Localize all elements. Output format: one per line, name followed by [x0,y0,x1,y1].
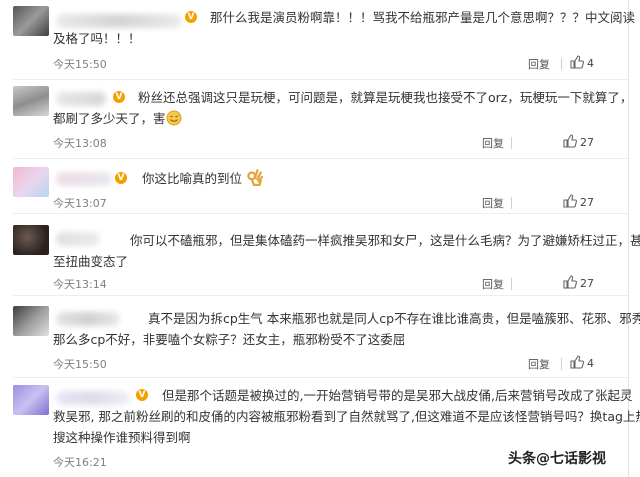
comment-item: 你可以不磕瓶邪，但是集体磕药一样疯推吴邪和女尸，这是什么毛病？为了避嫌矫枉过正，… [0,213,640,296]
thumbs-up-icon[interactable] [570,355,584,369]
verified-badge-icon: V [185,11,197,23]
username-blurred[interactable] [56,312,120,326]
verified-badge-icon: V [136,389,148,401]
thumbs-up-icon[interactable] [570,55,584,69]
comment-timestamp: 今天13:08 [53,137,107,150]
avatar[interactable] [13,6,49,36]
comment-text-line: 粉丝还总强调这只是玩梗，可问题是，就算是玩梗我也接受不了orz，玩梗玩一下就算了… [138,90,633,105]
reply-button[interactable]: 回复 [528,56,550,72]
avatar[interactable] [13,167,49,197]
thumbs-up-icon[interactable] [563,134,577,148]
reply-button[interactable]: 回复 [482,195,504,211]
comment-text-fragment: 你这比喻真的到位 [142,171,243,186]
comment-timestamp: 今天15:50 [53,358,107,371]
avatar[interactable] [13,306,49,336]
comment-timestamp: 今天16:21 [53,456,107,469]
thumbs-up-icon[interactable] [563,194,577,208]
watermark-text: 头条@七话影视 [508,451,606,467]
comment-timestamp: 今天15:50 [53,58,107,71]
action-separator [511,197,512,209]
comment-text-line: 那什么我是演员粉啊靠！！！骂我不给瓶邪产量是几个意思啊？？？中文阅读 [210,10,636,25]
comment-timestamp: 今天13:14 [53,278,107,291]
comment-timestamp: 今天13:07 [53,197,107,210]
sweat-smile-emoji-icon [166,110,182,126]
action-separator [561,358,562,370]
username-blurred[interactable] [56,14,182,28]
reply-button[interactable]: 回复 [482,276,504,292]
ok-hand-emoji-icon [247,169,264,186]
avatar[interactable] [13,225,49,255]
comment-text-line: 救吴邪, 那之前粉丝刷的和皮俑的内容被瓶邪粉看到了自然就骂了,但这难道不是应该怪… [53,409,640,424]
comment-text-line: 搜这种操作谁预料得到啊 [53,430,191,445]
avatar[interactable] [13,86,49,116]
comment-text-line: 及格了吗！！！ [53,31,141,46]
comment-text-line: 真不是因为拆cp生气 本来瓶邪也就是同人cp不存在谁比谁高贵，但是嗑簇邪、花邪、… [148,311,640,326]
action-separator [511,278,512,290]
like-count: 4 [587,57,594,70]
like-count: 4 [587,357,594,370]
reply-button[interactable]: 回复 [528,356,550,372]
verified-badge-icon: V [115,172,127,184]
username-blurred[interactable] [56,391,130,405]
username-blurred[interactable] [56,172,112,186]
username-blurred[interactable] [56,232,100,246]
comment-text-fragment: 都刷了多少天了，害 [53,111,166,126]
avatar[interactable] [13,385,49,415]
comment-text-line: 都刷了多少天了，害 [53,108,182,129]
comment-text-line: 你这比喻真的到位 [142,168,264,189]
comment-item: V 粉丝还总强调这只是玩梗，可问题是，就算是玩梗我也接受不了orz，玩梗玩一下就… [0,80,632,159]
comment-item: V 那什么我是演员粉啊靠！！！骂我不给瓶邪产量是几个意思啊？？？中文阅读 及格了… [0,0,635,80]
thumbs-up-icon[interactable] [563,275,577,289]
comment-text-line: 你可以不磕瓶邪，但是集体磕药一样疯推吴邪和女尸，这是什么毛病？为了避嫌矫枉过正，… [130,233,640,248]
action-separator [511,137,512,149]
comment-item: V 你这比喻真的到位 今天13:07 回复 27 [0,159,628,214]
like-count: 27 [580,136,594,149]
comment-text-line: 至扭曲变态了 [53,254,129,269]
like-count: 27 [580,196,594,209]
action-separator [561,58,562,70]
like-count: 27 [580,277,594,290]
comment-text-line: 那么多cp不好，非要嗑个女粽子？还女主，瓶邪粉受不了这委屈 [53,332,406,347]
reply-button[interactable]: 回复 [482,135,504,151]
verified-badge-icon: V [113,91,125,103]
username-blurred[interactable] [56,92,106,106]
comment-text-line: 但是那个话题是被换过的,一开始营销号带的是吴邪大战皮俑,后来营销号改成了张起灵 [162,388,633,403]
comment-item: 真不是因为拆cp生气 本来瓶邪也就是同人cp不存在谁比谁高贵，但是嗑簇邪、花邪、… [0,296,640,378]
